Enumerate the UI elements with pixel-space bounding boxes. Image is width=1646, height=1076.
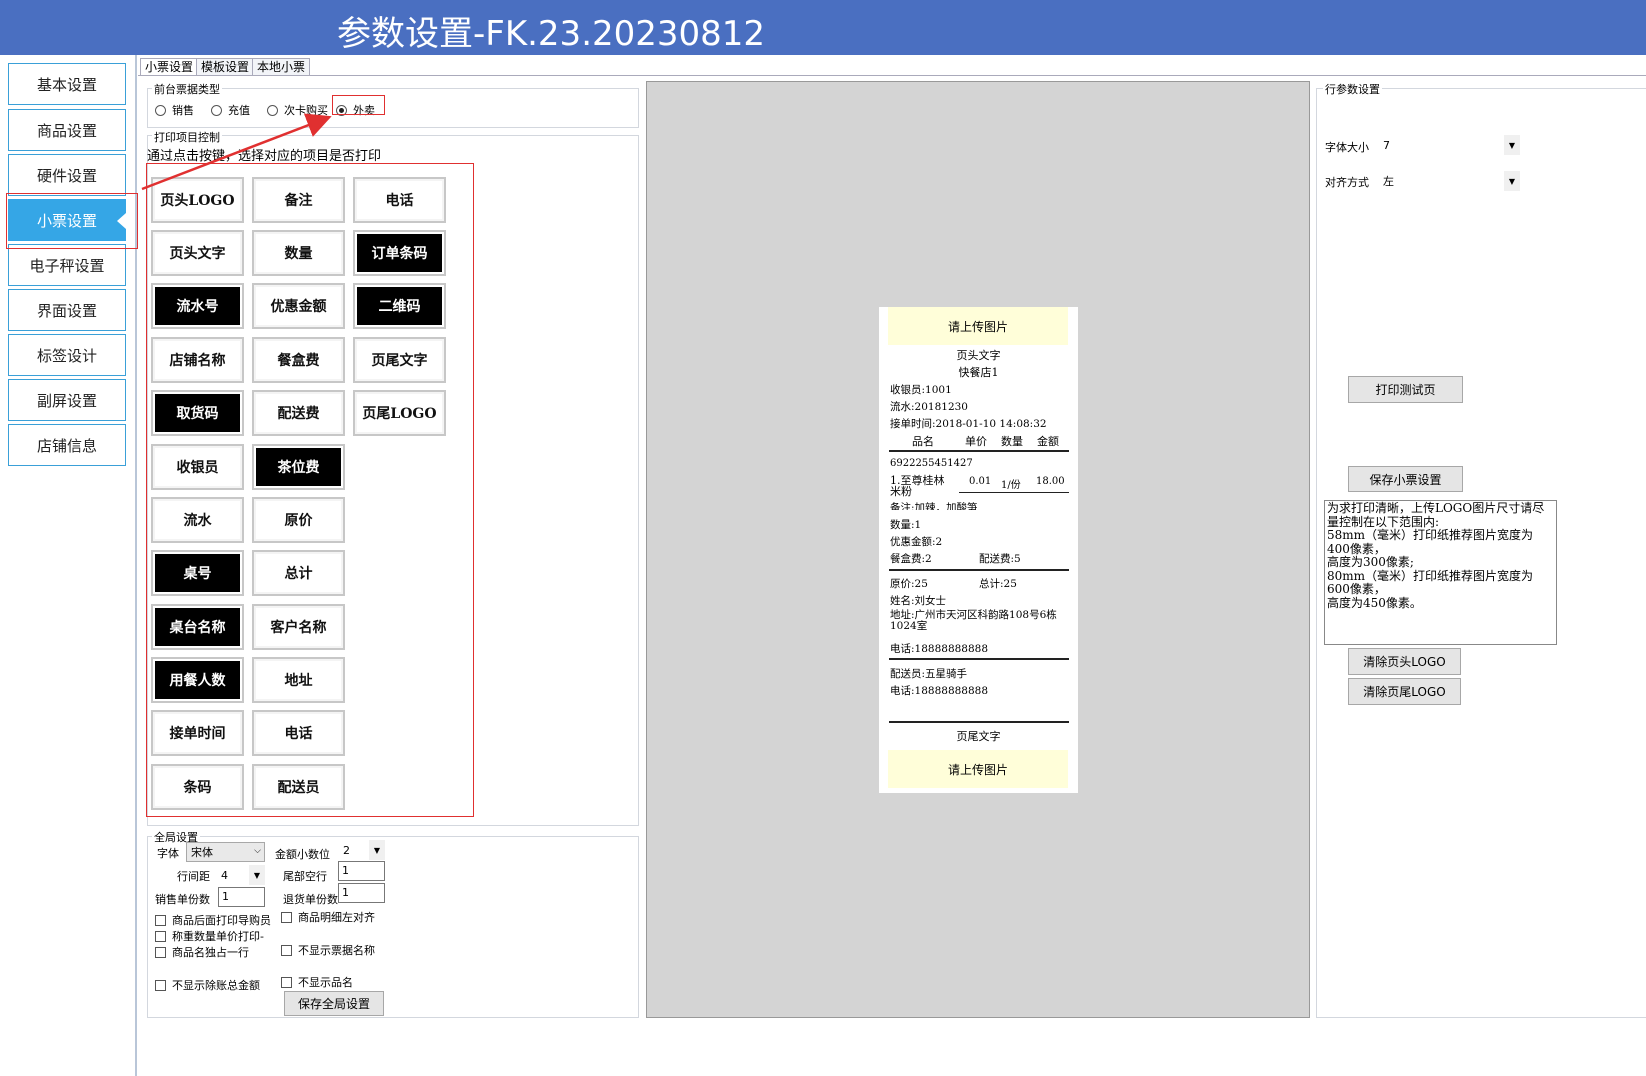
tips-text: 为求打印清晰，上传LOGO图片尺寸请尽量控制在以下范围内: 58mm（毫米）打印… <box>1327 501 1545 610</box>
receipt-item-price: 0.01 <box>969 476 992 487</box>
receipt-col-price: 单价 <box>965 435 987 448</box>
checkbox-guide-after-item[interactable]: 商品后面打印导购员 <box>155 912 271 928</box>
receipt-delivery-fee: 配送费:5 <box>979 553 1021 565</box>
checkbox-name-own-line[interactable]: 商品名独占一行 <box>155 944 249 960</box>
receipt-barcode: 6922255451427 <box>890 458 973 469</box>
align-label: 对齐方式 <box>1325 176 1369 189</box>
print-test-page-button[interactable]: 打印测试页 <box>1348 376 1463 403</box>
receipt-item-amount: 18.00 <box>1036 476 1065 487</box>
decimal-label: 金额小数位 <box>275 848 330 861</box>
return-copies-label: 退货单份数 <box>283 893 338 906</box>
checkbox-icon <box>281 911 292 923</box>
font-label: 字体 <box>157 847 179 860</box>
receipt-divider <box>889 450 1069 452</box>
chevron-down-icon: ▼ <box>1504 135 1520 155</box>
checkbox-label: 商品名独占一行 <box>172 946 249 959</box>
checkbox-hide-total[interactable]: 不显示除账总金额 <box>155 977 260 993</box>
receipt-header-text: 页头文字 <box>956 349 1001 362</box>
checkbox-label: 商品明细左对齐 <box>298 911 375 924</box>
checkbox-hide-product-name[interactable]: 不显示品名 <box>281 974 353 990</box>
receipt-serial: 流水:20181230 <box>890 401 968 413</box>
receipt-footer-text: 页尾文字 <box>956 730 1001 743</box>
checkbox-hide-ticket-name[interactable]: 不显示票据名称 <box>281 942 375 958</box>
font-select[interactable]: 宋体 ⌵ <box>186 842 265 862</box>
checkbox-icon <box>155 930 166 942</box>
checkbox-label: 商品后面打印导购员 <box>172 914 271 927</box>
receipt-courier-phone: 电话:18888888888 <box>890 685 989 697</box>
receipt-col-amount: 金额 <box>1037 435 1059 448</box>
receipt-cashier: 收银员:1001 <box>890 384 952 396</box>
save-ticket-settings-button[interactable]: 保存小票设置 <box>1348 466 1463 492</box>
receipt-phone: 电话:18888888888 <box>890 643 989 655</box>
sale-copies-label: 销售单份数 <box>155 893 210 906</box>
receipt-order-time: 接单时间:2018-01-10 14:08:32 <box>890 418 1047 430</box>
receipt-col-name: 品名 <box>912 435 934 448</box>
receipt-qty-total: 数量:1 <box>890 519 922 531</box>
receipt-box-fee: 餐盒费:2 <box>890 553 932 565</box>
chevron-down-icon: ⌵ <box>254 846 261 856</box>
receipt-address: 地址:广州市天河区科韵路108号6栋1024室 <box>890 609 1057 632</box>
align-select[interactable]: 左 ▼ <box>1379 171 1520 191</box>
checkbox-icon <box>155 979 166 991</box>
receipt-item-name: 1.至尊桂林米粉 <box>890 474 945 498</box>
receipt-divider <box>889 569 1069 571</box>
receipt-shop-name: 快餐店1 <box>958 366 999 379</box>
logo-size-tips: 为求打印清晰，上传LOGO图片尺寸请尽量控制在以下范围内: 58mm（毫米）打印… <box>1324 500 1557 645</box>
clear-header-logo-button[interactable]: 清除页头LOGO <box>1348 648 1461 675</box>
receipt-discount: 优惠金额:2 <box>890 536 943 548</box>
tail-blank-label: 尾部空行 <box>283 870 327 883</box>
receipt-customer-name: 姓名:刘女士 <box>890 595 947 607</box>
font-size-label: 字体大小 <box>1325 141 1369 154</box>
receipt-divider <box>889 658 1069 660</box>
chevron-down-icon: ▼ <box>369 840 385 860</box>
checkbox-icon <box>155 946 166 958</box>
chevron-down-icon: ▼ <box>1504 171 1520 191</box>
line-spacing-select[interactable]: 4 ▼ <box>217 865 265 885</box>
decimal-select[interactable]: 2 ▼ <box>339 840 385 860</box>
align-value: 左 <box>1383 175 1394 188</box>
checkbox-icon <box>281 944 292 956</box>
receipt-courier: 配送员:五星骑手 <box>890 668 968 680</box>
receipt-preview: 请上传图片 页头文字 快餐店1 收银员:1001 流水:20181230 接单时… <box>879 307 1078 793</box>
checkbox-weight-price[interactable]: 称重数量单价打印- <box>155 928 264 944</box>
sale-copies-input[interactable]: 1 <box>218 887 265 907</box>
receipt-item-qty: 1/份 <box>1001 480 1021 491</box>
checkbox-icon <box>281 976 292 988</box>
receipt-item-note: 备注:加辣，加酸笋 <box>890 502 978 510</box>
header-logo-placeholder[interactable]: 请上传图片 <box>888 307 1068 345</box>
receipt-original-price: 原价:25 <box>890 578 928 590</box>
checkbox-label: 称重数量单价打印- <box>172 930 264 943</box>
receipt-item-rule <box>959 492 1069 493</box>
font-size-value: 7 <box>1383 138 1390 152</box>
receipt-divider <box>889 721 1069 723</box>
group-label: 行参数设置 <box>1323 81 1382 97</box>
footer-logo-placeholder[interactable]: 请上传图片 <box>888 750 1068 788</box>
tail-blank-input[interactable]: 1 <box>338 861 385 881</box>
annotation-arrow-icon <box>141 113 332 191</box>
checkbox-label: 不显示票据名称 <box>298 944 375 957</box>
receipt-col-qty: 数量 <box>1001 435 1023 448</box>
chevron-down-icon: ▼ <box>249 865 265 885</box>
line-spacing-label: 行间距 <box>177 870 210 883</box>
checkbox-label: 不显示品名 <box>298 976 353 989</box>
font-value: 宋体 <box>191 846 213 859</box>
checkbox-icon <box>155 914 166 926</box>
line-spacing-value: 4 <box>221 868 228 882</box>
font-size-select[interactable]: 7 ▼ <box>1379 135 1520 155</box>
receipt-total: 总计:25 <box>979 578 1017 590</box>
save-global-settings-button[interactable]: 保存全局设置 <box>284 991 384 1016</box>
checkbox-label: 不显示除账总金额 <box>172 979 260 992</box>
return-copies-input[interactable]: 1 <box>338 883 385 903</box>
decimal-value: 2 <box>343 843 350 857</box>
checkbox-detail-left-align[interactable]: 商品明细左对齐 <box>281 909 375 925</box>
clear-footer-logo-button[interactable]: 清除页尾LOGO <box>1348 678 1461 705</box>
